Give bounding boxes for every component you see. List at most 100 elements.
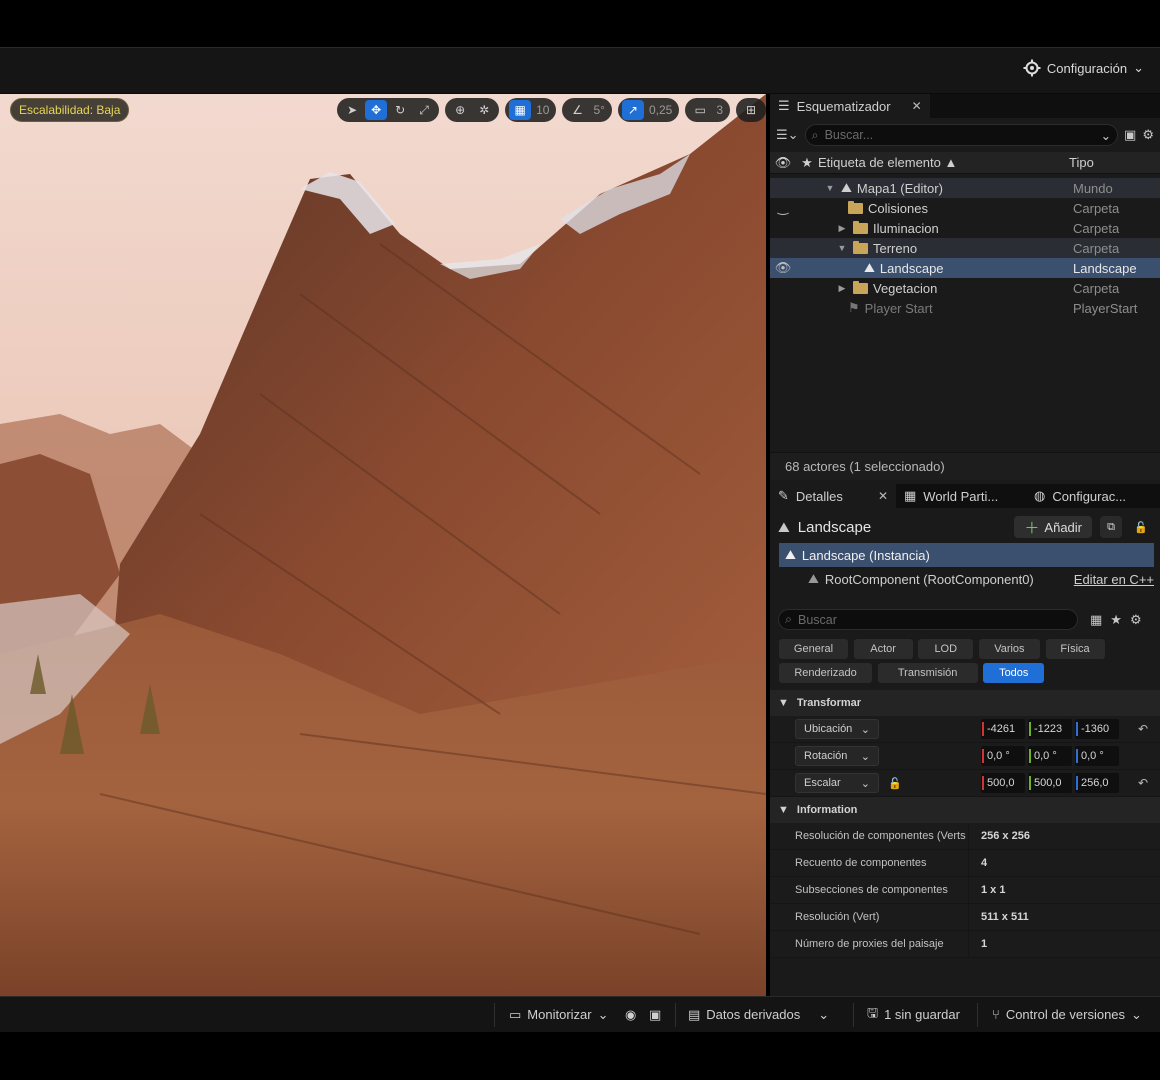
table-view-icon[interactable]: ▦ — [1090, 612, 1102, 628]
tree-row-folder[interactable]: ▶ Iluminacion Carpeta — [770, 218, 1160, 238]
outliner-search-input[interactable]: ⌕ Buscar... ⌄ — [804, 124, 1119, 146]
rotation-snap-toggle[interactable]: ∠ — [566, 100, 588, 120]
tab-world-partition[interactable]: ▦ World Parti... — [896, 484, 1026, 508]
edit-cpp-link[interactable]: Editar en C++ — [1074, 572, 1154, 587]
tree-row-world[interactable]: ▼ ⛰ Mapa1 (Editor) Mundo — [770, 178, 1160, 198]
transform-tools: ➤ ✥ ↻ ⤢ — [337, 98, 440, 122]
location-x-field[interactable]: -4261 — [981, 719, 1025, 739]
rotate-tool-button[interactable]: ↻ — [389, 100, 411, 120]
viewport-layout-button[interactable]: ⊞ — [740, 100, 762, 120]
lock-button[interactable]: 🔓 — [1130, 516, 1152, 538]
rotation-snap-value[interactable]: 5° — [590, 103, 607, 117]
level-viewport[interactable]: Escalabilidad: Baja ➤ ✥ ↻ ⤢ ⊕ ✲ ▦ 10 ∠ 5… — [0, 94, 766, 996]
landscape-icon: ⛰ — [864, 260, 875, 275]
star-icon[interactable]: ★ — [1110, 612, 1122, 628]
surface-snap-button[interactable]: ✲ — [473, 100, 495, 120]
unlock-icon[interactable]: 🔓 — [888, 777, 902, 790]
location-y-field[interactable]: -1223 — [1028, 719, 1072, 739]
world-space-button[interactable]: ⊕ — [449, 100, 471, 120]
scale-arrow-icon: ↗ — [627, 103, 638, 117]
scale-dropdown[interactable]: Escalar ⌄ — [795, 773, 879, 793]
unsaved-button[interactable]: 🖫 1 sin guardar — [867, 1004, 960, 1026]
scale-snap-toggle[interactable]: ↗ — [621, 100, 644, 120]
scale-x-field[interactable]: 500,0 — [981, 773, 1025, 793]
tree-row-type: Landscape — [1073, 260, 1137, 276]
filter-todos[interactable]: Todos — [983, 663, 1045, 683]
component-instance-row[interactable]: ⛰ Landscape (Instancia) — [779, 543, 1154, 567]
column-label[interactable]: Etiqueta de elemento ▲ — [818, 155, 1068, 170]
location-z-field[interactable]: -1360 — [1075, 719, 1119, 739]
scale-snap-value[interactable]: 0,25 — [646, 103, 675, 117]
rotation-x-field[interactable]: 0,0 ° — [981, 746, 1025, 766]
filter-fisica[interactable]: Física — [1045, 639, 1105, 659]
scale-tool-button[interactable]: ⤢ — [413, 100, 435, 120]
close-icon[interactable]: ✕ — [878, 489, 888, 503]
add-folder-icon[interactable]: ▣ — [1124, 127, 1136, 143]
location-dropdown[interactable]: Ubicación ⌄ — [795, 719, 879, 739]
close-icon[interactable]: ✕ — [912, 99, 922, 113]
select-tool-button[interactable]: ➤ — [341, 100, 363, 120]
collapse-arrow-icon[interactable]: ▼ — [836, 243, 848, 253]
tab-config[interactable]: ◍ Configurac... — [1026, 484, 1134, 508]
blueprint-button[interactable]: ⧉ — [1100, 516, 1122, 538]
gear-icon[interactable]: ⚙ — [1130, 612, 1142, 628]
outliner-column-header: 👁 ★ Etiqueta de elemento ▲ Tipo — [770, 152, 1160, 174]
info-row: Número de proxies del paisaje 1 — [770, 931, 1160, 958]
scale-y-field[interactable]: 500,0 — [1028, 773, 1072, 793]
tree-row-landscape[interactable]: 👁 ⛰ Landscape Landscape — [770, 258, 1160, 278]
grid-snap-value[interactable]: 10 — [533, 103, 552, 117]
gear-icon[interactable]: ⚙ — [1142, 127, 1154, 143]
transform-section-header[interactable]: ▼ Transformar — [770, 690, 1160, 716]
details-search-input[interactable]: ⌕ Buscar — [778, 609, 1078, 630]
filter-lod[interactable]: LOD — [918, 639, 974, 659]
visibility-column-icon[interactable]: 👁 — [770, 155, 796, 171]
rotation-z-field[interactable]: 0,0 ° — [1075, 746, 1119, 766]
tab-details[interactable]: ✎ Detalles ✕ — [770, 484, 896, 508]
info-value: 256 x 256 — [981, 830, 1030, 842]
tree-row-folder[interactable]: ‿ Colisiones Carpeta — [770, 198, 1160, 218]
monitor-button[interactable]: ▭ Monitorizar ⌄ — [509, 1007, 609, 1023]
record-button[interactable]: ◉ — [625, 1007, 636, 1023]
reset-icon[interactable]: ↶ — [1138, 776, 1148, 790]
camera-speed-button[interactable]: ▭ — [689, 100, 711, 120]
star-icon[interactable]: ★ — [796, 155, 818, 171]
reset-icon[interactable]: ↶ — [1138, 722, 1148, 736]
filter-icon[interactable]: ☰⌄ — [776, 127, 799, 143]
information-section-header[interactable]: ▼ Information — [770, 797, 1160, 823]
filter-actor[interactable]: Actor — [853, 639, 913, 659]
version-control-button[interactable]: ⑂ Control de versiones ⌄ — [992, 1007, 1142, 1023]
scalability-badge[interactable]: Escalabilidad: Baja — [10, 98, 130, 122]
collapse-arrow-icon[interactable]: ▼ — [824, 183, 836, 193]
record-icon: ◉ — [625, 1006, 637, 1022]
expand-arrow-icon[interactable]: ▶ — [836, 283, 848, 294]
root-component-row[interactable]: ⛰ RootComponent (RootComponent0) Editar … — [770, 567, 1160, 591]
rotation-dropdown[interactable]: Rotación ⌄ — [795, 746, 879, 766]
camera-speed-value[interactable]: 3 — [713, 103, 726, 117]
trace-button[interactable]: ▣ — [649, 1007, 661, 1023]
filter-transmision[interactable]: Transmisión — [877, 663, 978, 683]
grid-snap-toggle[interactable]: ▦ — [509, 100, 532, 120]
visibility-eye-icon[interactable]: 👁 — [770, 260, 796, 276]
tab-outliner-label: Esquematizador — [796, 98, 891, 114]
visibility-hidden-icon[interactable]: ‿ — [770, 200, 796, 216]
scale-z-field[interactable]: 256,0 — [1075, 773, 1119, 793]
tree-row-folder[interactable]: ▶ Vegetacion Carpeta — [770, 278, 1160, 298]
translate-tool-button[interactable]: ✥ — [365, 100, 388, 120]
tree-row-player-start[interactable]: ⚑ Player Start PlayerStart — [770, 298, 1160, 318]
settings-button[interactable]: Configuración ⌄ — [1023, 59, 1144, 77]
add-component-button[interactable]: ＋ Añadir — [1014, 516, 1092, 538]
column-type[interactable]: Tipo — [1069, 155, 1094, 170]
filter-renderizado[interactable]: Renderizado — [779, 663, 872, 683]
location-label: Ubicación — [804, 723, 853, 735]
filter-varios[interactable]: Varios — [978, 639, 1040, 659]
derived-data-button[interactable]: ▤ Datos derivados ⌄ — [688, 1007, 829, 1023]
rotation-y-field[interactable]: 0,0 ° — [1028, 746, 1072, 766]
detail-filters: General Actor LOD Varios Física Renderiz… — [770, 637, 1160, 685]
grid-snap-group: ▦ 10 — [505, 98, 557, 122]
information-section-label: Information — [796, 804, 858, 816]
tab-outliner[interactable]: ☰ Esquematizador ✕ — [770, 94, 930, 118]
filter-general[interactable]: General — [779, 639, 848, 659]
expand-arrow-icon[interactable]: ▶ — [836, 223, 848, 234]
tree-row-folder[interactable]: ▼ Terreno Carpeta — [770, 238, 1160, 258]
details-title: Landscape — [797, 518, 872, 536]
